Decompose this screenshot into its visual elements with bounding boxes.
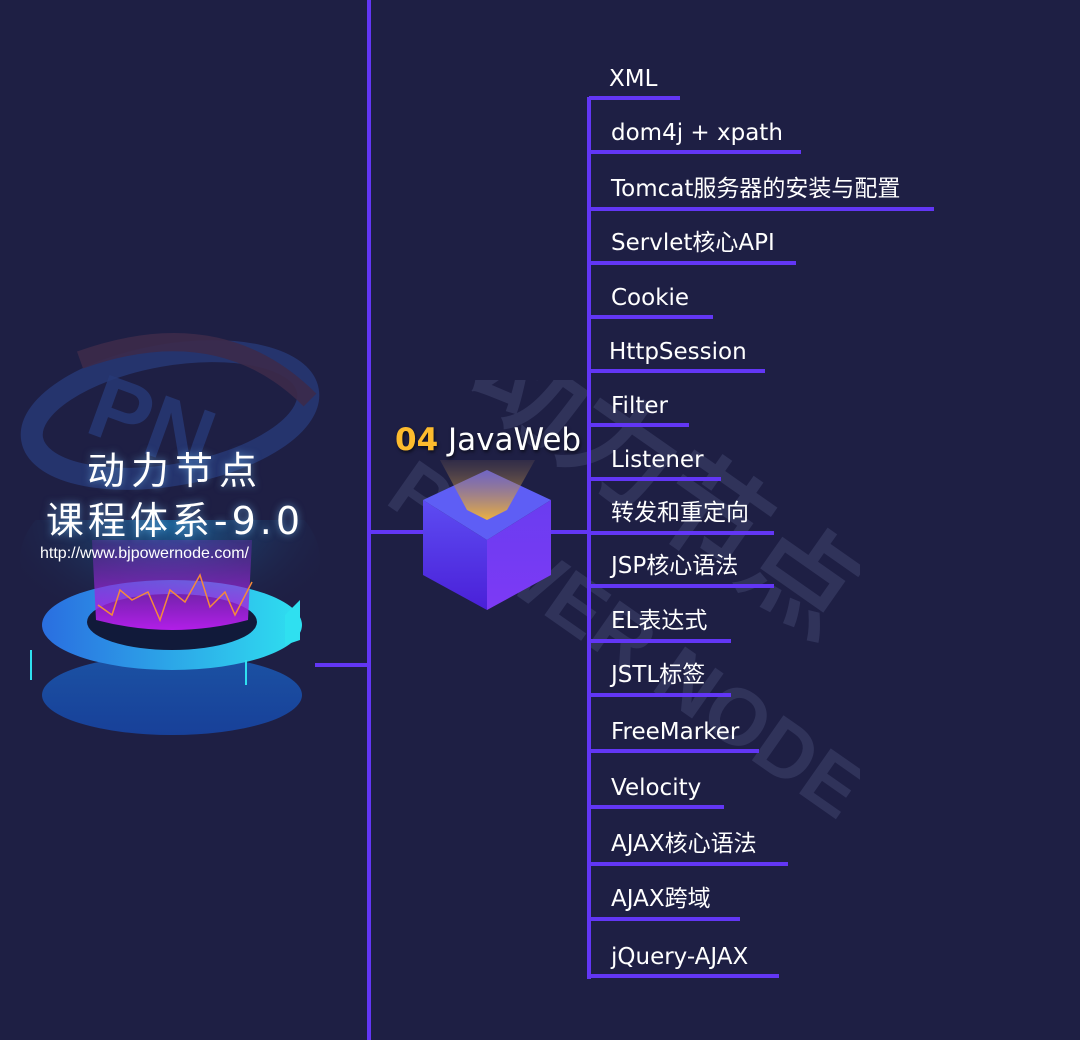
- item-label: FreeMarker: [611, 719, 740, 745]
- item-label: Listener: [611, 447, 704, 473]
- item-label: Tomcat服务器的安装与配置: [611, 176, 901, 202]
- item-underline: [589, 96, 680, 100]
- brand-connector-line: [315, 663, 369, 667]
- item-underline: [589, 423, 689, 427]
- item-underline: [589, 584, 774, 588]
- item-underline: [589, 917, 740, 921]
- item-label: JSTL标签: [611, 662, 706, 688]
- item-underline: [589, 974, 779, 978]
- topic-number: 04: [395, 422, 439, 458]
- items-spine-line: [587, 97, 591, 979]
- item-label: AJAX跨域: [611, 886, 711, 912]
- item-underline: [589, 315, 713, 319]
- watermark-text: 动力节点 POWER NODE: [374, 380, 860, 835]
- item-underline: [589, 261, 796, 265]
- item-label: JSP核心语法: [611, 553, 739, 579]
- brand-title-line2: 课程体系-9.0: [45, 499, 305, 543]
- item-label: AJAX核心语法: [611, 831, 757, 857]
- item-label: Filter: [611, 393, 668, 419]
- brand-url[interactable]: http://www.bjpowernode.com/: [40, 545, 249, 563]
- topic-name: JavaWeb: [448, 422, 582, 458]
- item-underline: [589, 639, 731, 643]
- item-label: HttpSession: [609, 339, 747, 365]
- item-underline: [589, 150, 801, 154]
- item-underline: [589, 369, 765, 373]
- item-label: 转发和重定向: [611, 500, 749, 526]
- item-underline: [589, 749, 759, 753]
- main-trunk-line: [367, 0, 371, 1040]
- item-label: jQuery-AJAX: [611, 944, 749, 970]
- item-label: XML: [609, 66, 658, 92]
- item-label: Servlet核心API: [611, 230, 775, 256]
- item-underline: [589, 805, 724, 809]
- topic-label: 04 JavaWeb: [395, 422, 581, 458]
- item-label: Velocity: [611, 775, 702, 801]
- brand-title-line1: 动力节点: [86, 449, 263, 493]
- item-underline: [589, 693, 731, 697]
- item-underline: [589, 531, 774, 535]
- cube-icon: [423, 460, 551, 610]
- item-label: EL表达式: [611, 608, 708, 634]
- item-underline: [589, 477, 721, 481]
- item-underline: [589, 207, 934, 211]
- item-label: dom4j + xpath: [611, 120, 783, 146]
- item-underline: [589, 862, 788, 866]
- item-label: Cookie: [611, 285, 690, 311]
